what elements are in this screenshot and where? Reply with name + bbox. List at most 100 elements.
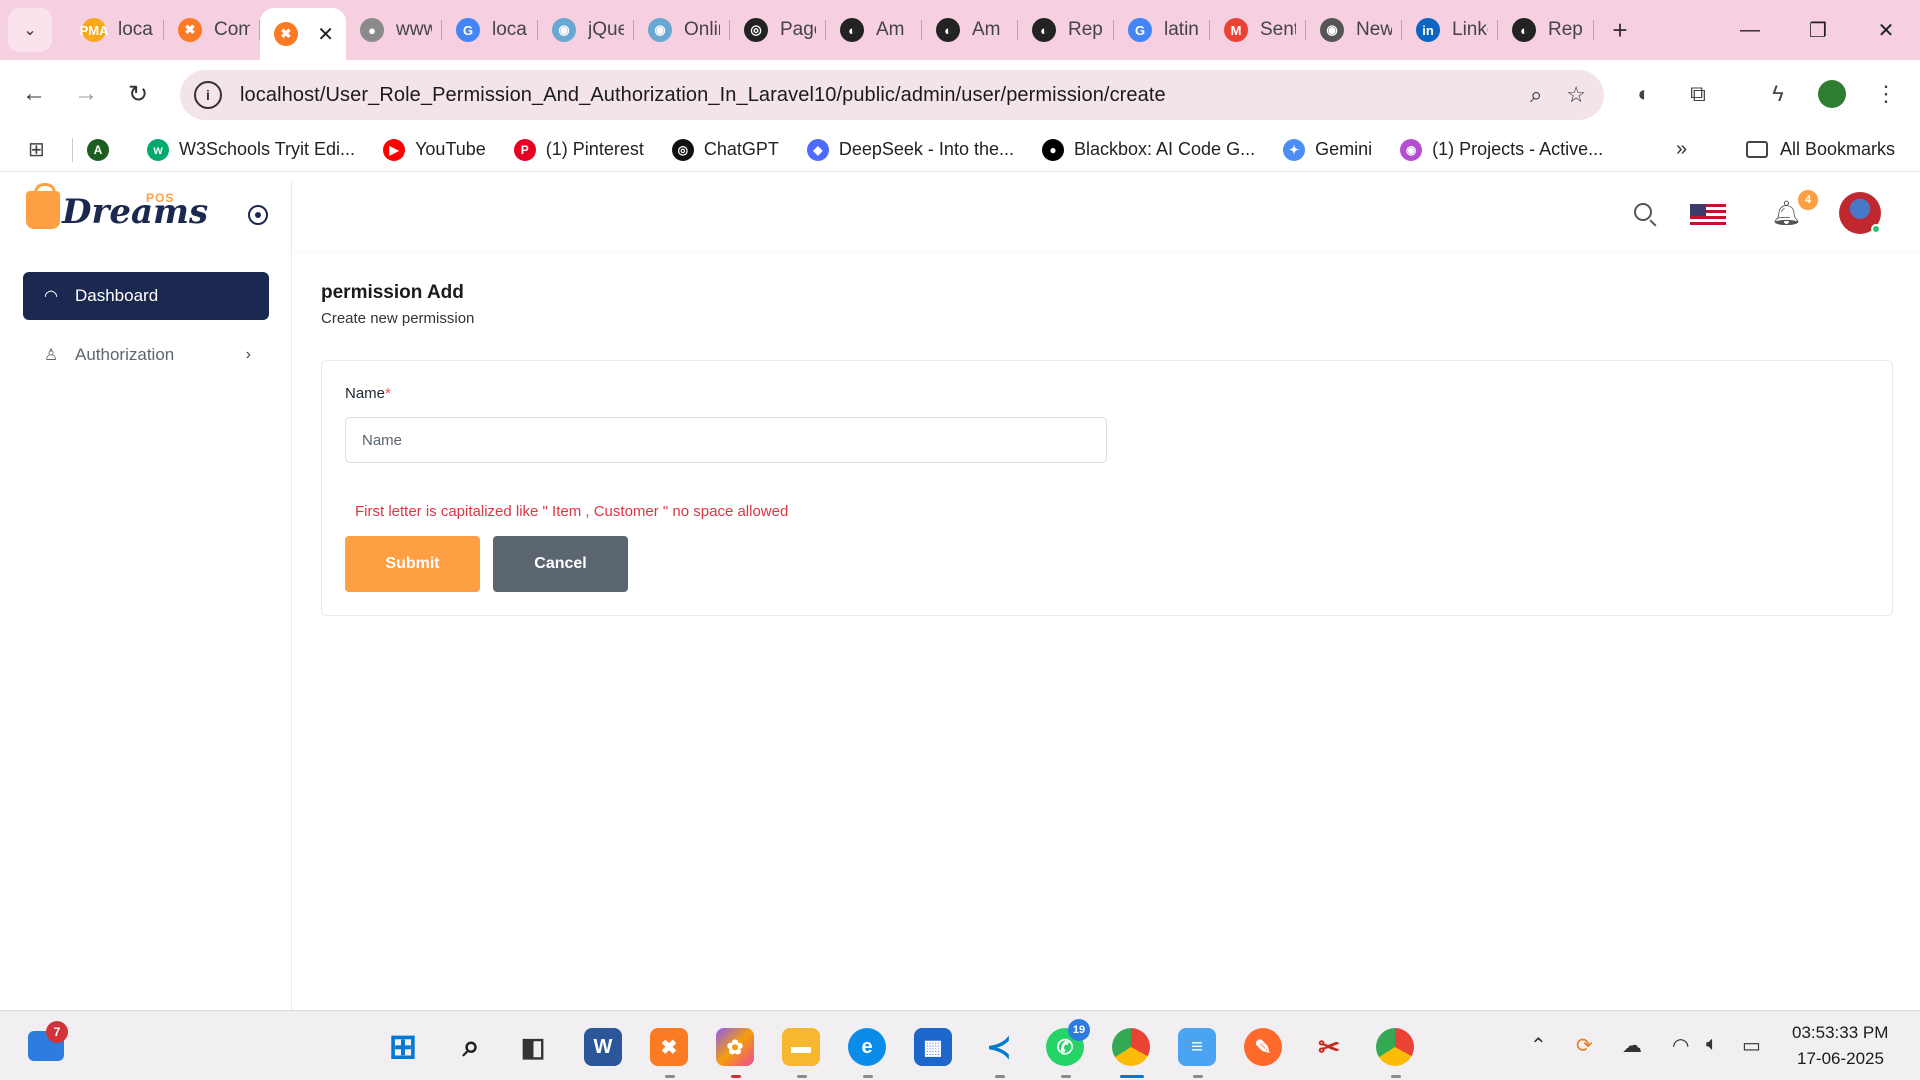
us-flag-icon[interactable]	[1690, 204, 1726, 226]
url-text[interactable]: localhost/User_Role_Permission_And_Autho…	[240, 84, 1166, 107]
browser-menu-icon[interactable]: ⋮	[1864, 72, 1908, 116]
reload-button[interactable]: ↻	[112, 68, 164, 120]
tab-title: www	[396, 19, 432, 40]
tab-title: Page	[780, 19, 816, 40]
bookmark-favicon-icon: ◎	[671, 138, 694, 161]
bookmark-item[interactable]: ✦ Gemini	[1283, 138, 1372, 161]
back-button[interactable]: ←	[8, 68, 60, 120]
bookmark-star-icon[interactable]: ☆	[1566, 82, 1586, 108]
sync-icon[interactable]: ⟳	[1576, 1033, 1593, 1058]
browser-tab[interactable]: ● www	[346, 8, 442, 52]
browser-tab[interactable]: ◐ Rep	[1018, 8, 1114, 52]
bookmark-item[interactable]: ▶ YouTube	[383, 138, 486, 161]
xampp-icon[interactable]: ✖	[650, 1028, 688, 1066]
restore-button[interactable]: ❐	[1784, 0, 1852, 60]
new-tab-button[interactable]: +	[1600, 10, 1640, 50]
volume-icon[interactable]: 🔈︎	[1706, 1033, 1718, 1056]
bookmark-item[interactable]: ● Blackbox: AI Code G...	[1041, 138, 1255, 161]
word-icon[interactable]: W	[584, 1028, 622, 1066]
cancel-button[interactable]: Cancel	[493, 536, 628, 592]
notepad-icon[interactable]: ≡	[1178, 1028, 1216, 1066]
pen-app-icon[interactable]: ✎	[1244, 1028, 1282, 1066]
active-app-indicator	[1120, 1075, 1144, 1078]
bookmark-item[interactable]: ◆ DeepSeek - Into the...	[806, 138, 1014, 161]
browser-tab[interactable]: ✖ Compo	[164, 8, 260, 52]
browser-tab[interactable]: M Sent	[1210, 8, 1306, 52]
vscode-icon[interactable]: ≺	[980, 1028, 1018, 1066]
bookmark-item[interactable]: w W3Schools Tryit Edi...	[147, 138, 355, 161]
profile-avatar[interactable]	[1810, 72, 1854, 116]
search-icon[interactable]	[1633, 202, 1659, 228]
bookmark-favicon-icon: ◉	[1400, 138, 1423, 161]
bookmarks-divider	[72, 137, 73, 162]
all-bookmarks-button[interactable]: All Bookmarks	[1746, 139, 1895, 160]
browser-tab[interactable]: in LinkedIn	[1402, 8, 1498, 52]
sidebar-item-label: Dashboard	[75, 286, 159, 305]
edge-icon[interactable]: e	[848, 1028, 886, 1066]
browser-tab[interactable]: ◐ Am	[922, 8, 1018, 52]
clock-date[interactable]: 17-06-2025	[1797, 1049, 1884, 1069]
folder-icon	[1746, 141, 1768, 158]
cloud-offline-icon[interactable]: ☁	[1622, 1033, 1642, 1058]
tab-separator	[1593, 20, 1594, 40]
browser-tab[interactable]: ◉ jQuery	[538, 8, 634, 52]
tab-close-icon[interactable]: ✕	[317, 22, 334, 47]
windows-start-icon[interactable]: ⊞	[384, 1028, 422, 1066]
store-icon[interactable]: ▦	[914, 1028, 952, 1066]
bookmark-item[interactable]: ◎ ChatGPT	[671, 138, 779, 161]
submit-button[interactable]: Submit	[345, 536, 480, 592]
apps-grid-icon[interactable]: ⊞	[28, 137, 54, 162]
forward-button[interactable]: →	[60, 68, 112, 120]
more-bookmarks-button[interactable]: »	[1676, 138, 1687, 161]
bookmark-item[interactable]: P (1) Pinterest	[513, 138, 644, 161]
browser-tab[interactable]: ◎ Page	[730, 8, 826, 52]
logo-tag: POS	[146, 191, 175, 205]
extensions-puzzle-icon[interactable]: ⧉	[1676, 72, 1720, 116]
browser-tab[interactable]: ✖ ✕	[260, 8, 346, 60]
browser-tab[interactable]: ◉ Online	[634, 8, 730, 52]
chevron-up-icon[interactable]: ⌃	[1530, 1033, 1547, 1058]
extension-icon[interactable]: ◐	[1622, 72, 1666, 116]
copilot-icon[interactable]: ✿	[716, 1028, 754, 1066]
browser-tab[interactable]: ◐ Am	[826, 8, 922, 52]
sidebar-item-authorization[interactable]: ♙ Authorization ›	[23, 331, 269, 379]
close-window-button[interactable]: ✕	[1852, 0, 1920, 60]
clock-time[interactable]: 03:53:33 PM	[1792, 1023, 1888, 1043]
dashboard-icon: ◠	[44, 288, 58, 305]
minimize-button[interactable]: —	[1716, 0, 1784, 60]
tab-search-button[interactable]: ⌄	[8, 8, 52, 52]
browser-tab[interactable]: ◐ Rep	[1498, 8, 1594, 52]
sidebar-item-dashboard[interactable]: ◠ Dashboard	[23, 272, 269, 320]
browser-tab[interactable]: Glocalhost	[442, 8, 538, 52]
browser-tab[interactable]: PMA localhost	[68, 8, 164, 52]
app-logo[interactable]: Dreams POS	[26, 183, 208, 229]
tab-favicon-icon: ◉	[552, 18, 576, 42]
file-explorer-icon[interactable]: ▬	[782, 1028, 820, 1066]
sidebar-collapse-toggle[interactable]	[248, 205, 268, 225]
tab-title: Compo	[214, 19, 250, 40]
chrome-profile-icon[interactable]	[1376, 1028, 1414, 1066]
zoom-icon[interactable]: ⌕	[1530, 82, 1542, 108]
site-info-icon[interactable]: i	[194, 81, 222, 109]
tab-favicon-icon: ✖	[274, 22, 298, 46]
chrome-icon[interactable]	[1112, 1028, 1150, 1066]
search-taskbar-icon[interactable]: ⌕	[452, 1028, 490, 1066]
bookmarks-bar: ⊞ Aw W3Schools Tryit Edi... ▶ YouTube P (1) P…	[0, 128, 1920, 172]
tab-title: Rep	[1068, 19, 1103, 40]
tab-favicon-icon: ◉	[648, 18, 672, 42]
address-bar[interactable]: i localhost/User_Role_Permission_And_Aut…	[180, 70, 1604, 120]
browser-tab[interactable]: ◉ New	[1306, 8, 1402, 52]
performance-icon[interactable]: ϟ	[1756, 72, 1800, 116]
bookmark-favicon-icon: w	[147, 138, 169, 161]
tab-title: localhost	[118, 19, 154, 40]
tab-list: PMAlocalhost✖Compo✖✕●wwwGlocalhost◉jQuer…	[68, 0, 1594, 60]
wifi-icon[interactable]: ◠	[1672, 1033, 1689, 1058]
bookmark-item[interactable]: A	[87, 138, 119, 161]
snipping-tool-icon[interactable]: ✂	[1310, 1028, 1348, 1066]
name-input[interactable]	[345, 417, 1107, 463]
task-view-icon[interactable]: ◧	[514, 1028, 552, 1066]
browser-tab[interactable]: Glatin	[1114, 8, 1210, 52]
bookmark-item[interactable]: ◉ (1) Projects - Active...	[1400, 138, 1603, 161]
battery-charging-icon[interactable]: ▭	[1742, 1033, 1761, 1058]
bell-icon[interactable]: 🔔︎	[1771, 199, 1801, 228]
